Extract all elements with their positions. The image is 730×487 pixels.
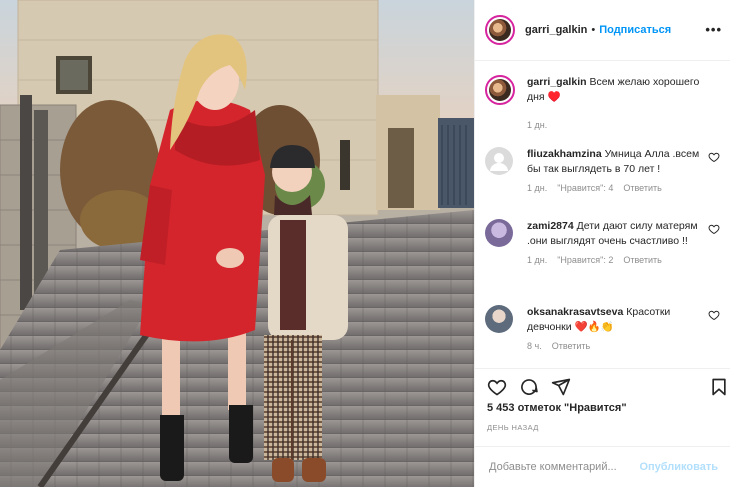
share-icon[interactable] [551,377,571,397]
comment-icon[interactable] [519,377,539,397]
follow-button[interactable]: Подписаться [599,24,671,36]
comment-meta: 8 ч. Ответить [527,341,722,351]
post-header: garri_galkin • Подписаться ••• [475,0,730,61]
likes-count[interactable]: 5 453 отметок "Нравится" [487,402,627,414]
caption-text: garri_galkin Всем желаю хорошего дня ♥️ [527,75,722,105]
post-photo-illustration [0,0,474,487]
comments-list: garri_galkin Всем желаю хорошего дня ♥️ … [475,61,730,366]
comment-likes[interactable]: "Нравится": 2 [557,255,613,265]
comment-meta: 1 дн. "Нравится": 4 Ответить [527,183,722,193]
post-side-panel: garri_galkin • Подписаться ••• garri_gal… [474,0,730,487]
caption: garri_galkin Всем желаю хорошего дня ♥️ … [485,75,722,130]
reply-button[interactable]: Ответить [552,341,590,351]
heart-icon[interactable] [708,151,720,163]
add-comment-bar: Опубликовать [475,446,730,487]
comment-item: oksanakrasavtseva Красотки девчонки ❤️🔥👏… [485,305,722,351]
author-username[interactable]: garri_galkin [525,24,587,36]
reply-button[interactable]: Ответить [623,183,661,193]
default-user-icon [490,153,508,171]
commenter-avatar[interactable] [485,219,513,247]
caption-avatar[interactable] [485,75,515,105]
bookmark-icon[interactable] [709,377,729,397]
comment-time: 1 дн. [527,183,548,193]
caption-username[interactable]: garri_galkin [527,76,587,88]
more-horizontal-icon[interactable]: ••• [705,22,722,37]
heart-icon[interactable] [487,377,507,397]
action-bar [475,368,730,399]
comment-text: fliuzakhamzina Умница Алла .всем бы так … [527,147,722,177]
publish-button[interactable]: Опубликовать [639,461,718,473]
caption-time: 1 дн. [527,120,548,130]
separator-dot: • [591,24,596,36]
comment-username[interactable]: zami2874 [527,220,574,232]
heart-icon[interactable] [708,309,720,321]
post-date[interactable]: ДЕНЬ НАЗАД [487,423,539,432]
caption-meta: 1 дн. [527,120,722,130]
comment-input[interactable] [487,460,640,474]
comment-username[interactable]: oksanakrasavtseva [527,306,623,318]
comment-text: zami2874 Дети дают силу матерям .они выг… [527,219,722,249]
comment-item: zami2874 Дети дают силу матерям .они выг… [485,219,722,265]
comment-text: oksanakrasavtseva Красотки девчонки ❤️🔥👏 [527,305,722,335]
author-avatar[interactable] [485,15,515,45]
comment-time: 1 дн. [527,255,548,265]
comment-likes[interactable]: "Нравится": 4 [557,183,613,193]
heart-icon[interactable] [708,223,720,235]
comment-time: 8 ч. [527,341,542,351]
commenter-avatar[interactable] [485,147,513,175]
comment-item: fliuzakhamzina Умница Алла .всем бы так … [485,147,722,193]
comment-username[interactable]: fliuzakhamzina [527,148,602,160]
comment-meta: 1 дн. "Нравится": 2 Ответить [527,255,722,265]
post-photo[interactable] [0,0,474,487]
reply-button[interactable]: Ответить [623,255,661,265]
commenter-avatar[interactable] [485,305,513,333]
